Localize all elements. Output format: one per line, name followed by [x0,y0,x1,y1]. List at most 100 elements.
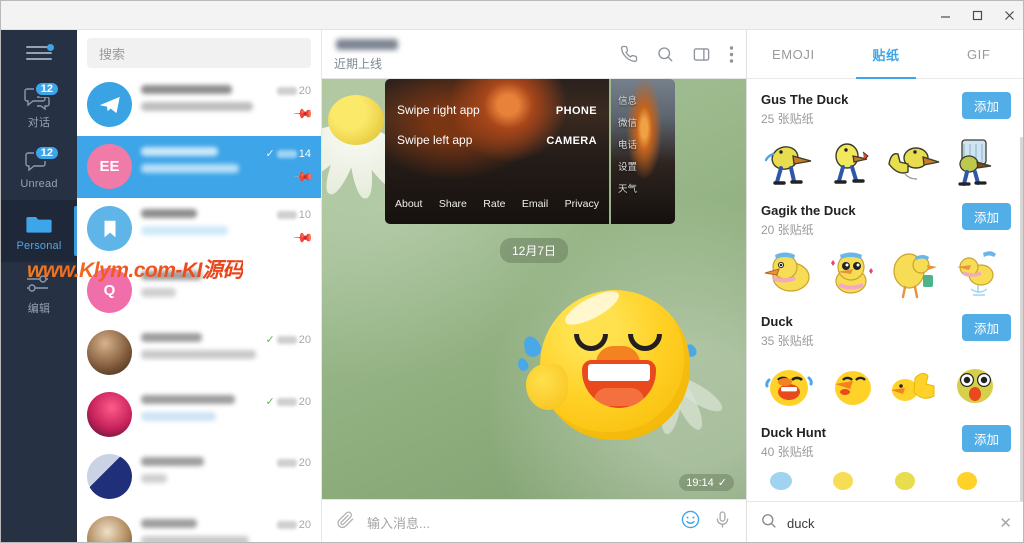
sticker-tabs: EMOJI 贴纸 GIF [747,30,1024,79]
more-vertical-icon[interactable] [729,45,734,64]
sticker-pack-title: Gagik the Duck [761,203,962,218]
list-item[interactable]: EE ✓14 📌 [77,136,321,198]
sticker-thumb[interactable] [823,467,879,501]
sticker-thumb[interactable] [761,245,817,301]
sticker-thumb[interactable] [947,134,1003,190]
sticker-thumb[interactable] [761,356,817,412]
album-row2-label: Swipe left app [397,133,472,147]
sticker-thumb[interactable] [885,467,941,501]
list-item[interactable]: 20 [77,508,321,543]
sticker-scrollbar[interactable] [1020,137,1023,501]
album-row2-value: CAMERA [546,135,597,147]
album-side-item: 信息 [618,93,637,107]
album-photo-main[interactable]: Swipe right app PHONE Swipe left app CAM… [385,79,609,224]
close-icon[interactable]: ✕ [999,514,1012,532]
pin-icon: 📌 [292,166,315,189]
sticker-thumb[interactable] [885,134,941,190]
sticker-thumb[interactable] [947,356,1003,412]
sticker-thumb[interactable] [885,356,941,412]
avatar [87,206,132,251]
album-row1-label: Swipe right app [397,103,480,117]
list-item[interactable]: ✓20 [77,384,321,446]
list-item-text [141,392,258,446]
album-link: About [395,198,422,210]
chat-list: 搜索 20 📌 EE [77,30,322,543]
message-input-placeholder: 输入消息... [367,516,430,531]
sticker-pack-count: 40 张贴纸 [761,443,962,460]
paperclip-icon[interactable] [336,510,355,534]
album-side-item: 电话 [618,137,637,151]
chat-search-wrap: 搜索 [77,30,321,74]
sticker-thumb[interactable] [823,134,879,190]
menu-button[interactable] [1,30,77,76]
chats-unread-badge: 12 [34,81,60,97]
sticker-thumb[interactable] [885,245,941,301]
sticker-pack-list: Gus The Duck 25 张贴纸 添加 [747,79,1024,501]
album-row1-value: PHONE [556,105,597,117]
smiley-icon[interactable] [680,509,701,535]
close-button[interactable] [993,1,1024,29]
sticker-thumb[interactable] [761,134,817,190]
telegram-desktop-window: 12 对话 12 Unread Personal [0,0,1024,543]
sticker-thumb[interactable] [823,245,879,301]
sidebar-item-unread-label: Unread [20,178,57,190]
sticker-message[interactable] [518,272,708,462]
tab-gif[interactable]: GIF [932,30,1024,78]
tab-emoji[interactable]: EMOJI [747,30,840,78]
message-composer: 输入消息... [322,499,746,543]
sticker-thumb[interactable] [823,356,879,412]
tab-stickers[interactable]: 贴纸 [840,30,933,78]
message-time-text: 19:14 [686,477,714,489]
list-item[interactable]: 20 [77,446,321,508]
album-side-item: 天气 [618,181,637,195]
sticker-thumb[interactable] [947,245,1003,301]
avatar [87,454,132,499]
sidebar-item-chats[interactable]: 12 对话 [1,76,77,138]
list-item-meta: 10 📌 [267,206,311,260]
single-check-icon: ✓ [718,476,727,489]
microphone-icon[interactable] [713,510,732,534]
conversation-pane: 近期上线 [322,30,746,543]
telegram-plane-icon [97,92,123,118]
folder-icon [24,211,54,237]
add-sticker-pack-button[interactable]: 添加 [962,92,1011,119]
maximize-button[interactable] [961,1,993,29]
search-input[interactable]: 搜索 [87,38,311,68]
sidebar-item-unread[interactable]: 12 Unread [1,138,77,200]
list-item[interactable]: ✓20 [77,322,321,384]
sidebar-item-personal[interactable]: Personal [1,200,77,262]
avatar-initials: EE [99,158,119,175]
search-icon[interactable] [656,45,674,63]
list-item-meta: 20 [267,454,311,508]
add-sticker-pack-button[interactable]: 添加 [962,425,1011,452]
avatar: EE [87,144,132,189]
search-input-placeholder: 搜索 [99,44,125,63]
sticker-pack: Duck Hunt 40 张贴纸 添加 [761,412,1011,501]
album-side-menu: 信息 微信 电话 设置 天气 [618,93,637,195]
header-actions [620,45,734,64]
date-divider: 12月7日 [500,238,568,263]
minimize-button[interactable] [929,1,961,29]
add-sticker-pack-button[interactable]: 添加 [962,203,1011,230]
phone-icon[interactable] [620,45,638,63]
add-sticker-pack-button[interactable]: 添加 [962,314,1011,341]
message-input[interactable]: 输入消息... [367,513,668,532]
list-item-meta: ✓20 [267,330,311,384]
list-item-time: ✓20 [266,333,311,346]
list-item[interactable]: 20 📌 [77,74,321,136]
list-item-meta: 20 📌 [267,82,311,136]
avatar [87,392,132,437]
sticker-thumb[interactable] [947,467,1003,501]
unread-badge: 12 [34,145,60,161]
title-bar [1,1,1024,30]
nav-rail: 12 对话 12 Unread Personal [1,30,77,543]
sidebar-panel-icon[interactable] [692,45,711,64]
list-item[interactable]: 10 📌 [77,198,321,260]
album-photo-side[interactable]: 信息 微信 电话 设置 天气 [611,79,675,224]
avatar [87,82,132,127]
photo-album-message[interactable]: Swipe right app PHONE Swipe left app CAM… [385,79,675,224]
album-link: Rate [483,198,505,210]
avatar-initials: Q [104,282,116,299]
sticker-thumb[interactable] [761,467,817,501]
sticker-search-input[interactable]: duck [787,516,989,531]
